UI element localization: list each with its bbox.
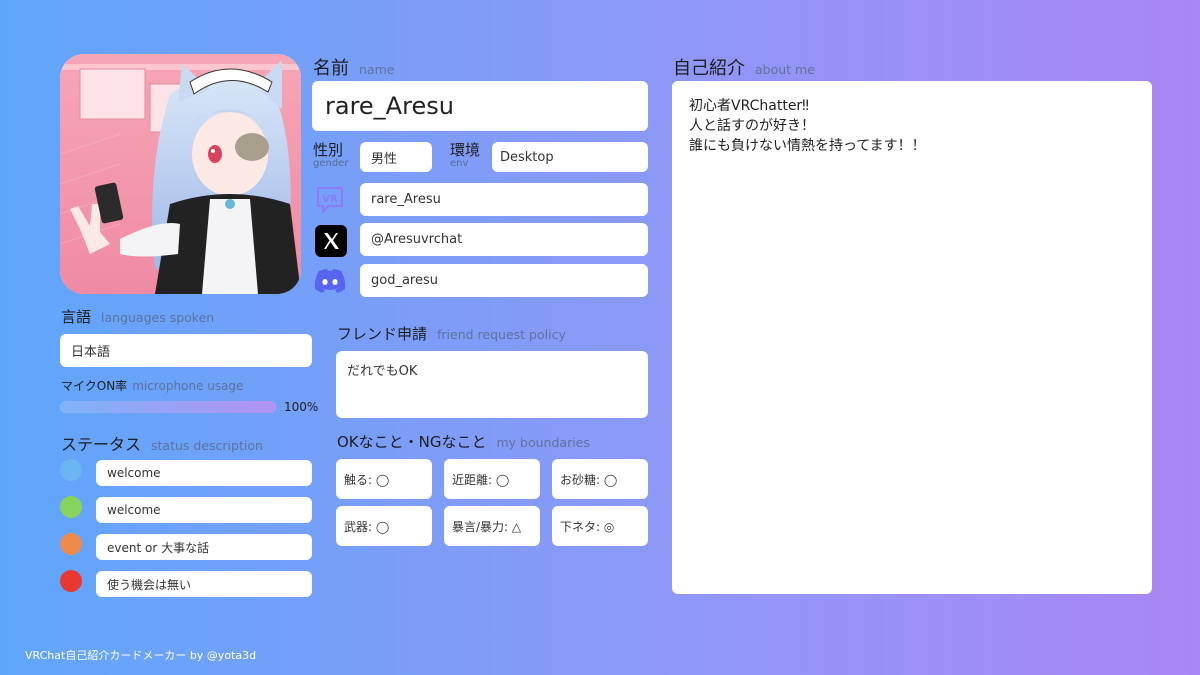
boundary-item[interactable]: 触る: ◯ (336, 459, 432, 499)
status-dot-green (60, 496, 82, 518)
mic-heading: マイクON率 microphone usage (61, 379, 244, 393)
svg-text:VR: VR (322, 194, 338, 205)
name-heading: 名前 name (313, 58, 395, 79)
status-item[interactable]: event or 大事な話 (96, 534, 312, 560)
name-value: rare_Aresu (325, 92, 454, 120)
mic-progress-fill (60, 401, 276, 413)
x-icon (314, 224, 348, 258)
env-label: 環境 env (450, 141, 481, 170)
about-box[interactable]: 初心者VRChatter‼ 人と話すのが好き！ 誰にも負けない情熱を持ってます！… (672, 81, 1152, 594)
friend-field[interactable]: だれでもOK (336, 351, 648, 418)
status-dot-orange (60, 533, 82, 555)
about-heading: 自己紹介 about me (673, 58, 815, 79)
languages-heading: 言語 languages spoken (61, 308, 215, 326)
status-item[interactable]: welcome (96, 460, 312, 486)
about-line: 人と話すのが好き！ (689, 118, 815, 134)
status-item[interactable]: 使う機会は無い (96, 571, 312, 597)
languages-field[interactable]: 日本語 (60, 334, 312, 367)
status-dot-blue (60, 459, 82, 481)
status-heading: ステータス status description (61, 435, 263, 454)
status-dot-red (60, 570, 82, 592)
boundary-item[interactable]: お砂糖: ◯ (552, 459, 648, 499)
discord-icon (313, 264, 347, 298)
boundary-item[interactable]: 暴言/暴力: △ (444, 506, 540, 546)
about-line: 初心者VRChatter‼ (689, 98, 809, 114)
friend-heading: フレンド申請 friend request policy (337, 325, 566, 343)
boundary-item[interactable]: 近距離: ◯ (444, 459, 540, 499)
boundary-item[interactable]: 下ネタ: ◎ (552, 506, 648, 546)
avatar (60, 54, 301, 294)
discord-field[interactable]: god_aresu (360, 264, 648, 297)
boundaries-heading: OKなこと・NGなこと my boundaries (337, 433, 590, 451)
avatar-illustration (60, 54, 301, 294)
name-field[interactable]: rare_Aresu (312, 81, 648, 131)
env-field[interactable]: Desktop (492, 142, 648, 172)
vrchat-field[interactable]: rare_Aresu (360, 183, 648, 216)
mic-percent: 100% (284, 400, 319, 414)
mic-progress-bar (60, 401, 276, 413)
gender-label: 性別 gender (313, 141, 349, 170)
about-line: 誰にも負けない情熱を持ってます！！ (689, 138, 926, 154)
x-field[interactable]: @Aresuvrchat (360, 223, 648, 256)
gender-field[interactable]: 男性 (360, 142, 432, 172)
boundary-item[interactable]: 武器: ◯ (336, 506, 432, 546)
footer-credit: VRChat自己紹介カードメーカー by @yota3d (25, 649, 257, 662)
vrchat-icon: VR (313, 183, 347, 217)
status-item[interactable]: welcome (96, 497, 312, 523)
